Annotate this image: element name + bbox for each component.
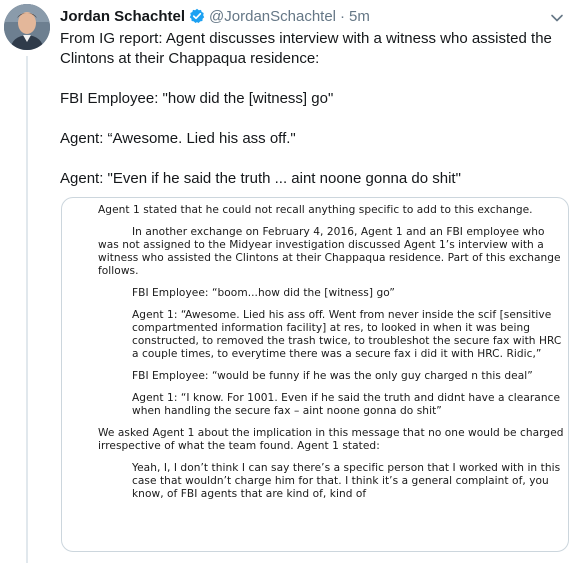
timestamp[interactable]: 5m bbox=[349, 8, 370, 25]
tweet-line: FBI Employee: "how did the [witness] go" bbox=[60, 90, 334, 107]
document-paragraph: We asked Agent 1 about the implication i… bbox=[98, 427, 564, 452]
header-separator: · bbox=[340, 7, 346, 25]
author-display-name[interactable]: Jordan Schachtel bbox=[60, 8, 185, 25]
tweet-line: Agent: “Awesome. Lied his ass off." bbox=[60, 130, 296, 147]
document-quote: FBI Employee: “boom...how did the [witne… bbox=[132, 287, 395, 299]
author-handle[interactable]: @JordanSchachtel bbox=[209, 8, 336, 25]
tweet-line: Agent: "Even if he said the truth ... ai… bbox=[60, 170, 461, 187]
document-quote: Agent 1: “I know. For 1001. Even if he s… bbox=[132, 392, 561, 417]
document-paragraph: In another exchange on February 4, 2016,… bbox=[98, 226, 561, 277]
tweet-text: From IG report: Agent discusses intervie… bbox=[60, 29, 565, 189]
tweet-line: From IG report: Agent discusses intervie… bbox=[60, 30, 552, 67]
document-paragraph: Agent 1 stated that he could not recall … bbox=[98, 204, 533, 216]
avatar-photo bbox=[4, 4, 50, 50]
avatar[interactable] bbox=[4, 4, 50, 50]
document-quote: Yeah, I, I don’t think I can say there’s… bbox=[132, 462, 561, 500]
attached-image[interactable]: Agent 1 stated that he could not recall … bbox=[61, 197, 569, 552]
chevron-down-icon[interactable] bbox=[549, 10, 565, 26]
thread-line bbox=[26, 56, 28, 563]
document-quote: FBI Employee: “would be funny if he was … bbox=[132, 370, 533, 382]
tweet[interactable]: Jordan Schachtel @JordanSchachtel · 5m F… bbox=[0, 0, 575, 563]
tweet-header: Jordan Schachtel @JordanSchachtel · 5m bbox=[60, 6, 370, 26]
document-excerpt: Agent 1 stated that he could not recall … bbox=[98, 204, 568, 501]
document-quote: Agent 1: “Awesome. Lied his ass off. Wen… bbox=[132, 309, 562, 360]
verified-badge-icon bbox=[189, 8, 205, 24]
